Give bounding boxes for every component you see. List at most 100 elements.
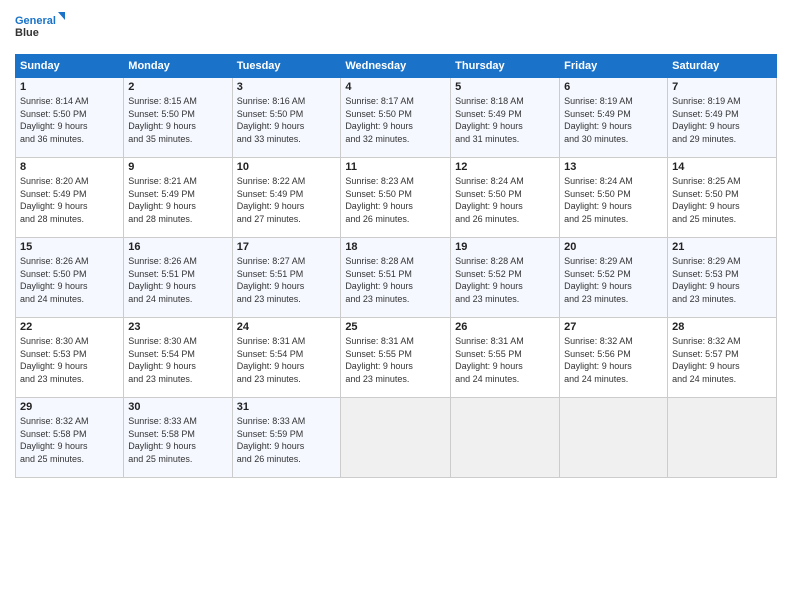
calendar-week-4: 22Sunrise: 8:30 AM Sunset: 5:53 PM Dayli… [16, 318, 777, 398]
calendar-cell: 2 Sunrise: 8:15 AM Sunset: 5:50 PM Daylig… [124, 78, 232, 158]
day-number: 1 [20, 81, 119, 93]
day-info: Sunrise: 8:33 AM Sunset: 5:59 PM Dayligh… [237, 415, 337, 465]
calendar-cell: 10Sunrise: 8:22 AM Sunset: 5:49 PM Dayli… [232, 158, 341, 238]
day-info: Sunrise: 8:24 AM Sunset: 5:50 PM Dayligh… [455, 175, 555, 225]
calendar-cell: 1 Sunrise: 8:14 AM Sunset: 5:50 PM Daylig… [16, 78, 124, 158]
calendar-cell: 11 Sunrise: 8:23 AM Sunset: 5:50 PM Dayli… [341, 158, 451, 238]
day-number: 29 [20, 401, 119, 413]
day-info: Sunrise: 8:25 AM Sunset: 5:50 PM Dayligh… [672, 175, 772, 225]
day-info: Sunrise: 8:33 AM Sunset: 5:58 PM Dayligh… [128, 415, 227, 465]
day-info: Sunrise: 8:14 AM Sunset: 5:50 PM Dayligh… [20, 95, 119, 145]
calendar-cell: 31 Sunrise: 8:33 AM Sunset: 5:59 PM Dayli… [232, 398, 341, 478]
day-info: Sunrise: 8:16 AM Sunset: 5:50 PM Dayligh… [237, 95, 337, 145]
col-header-monday: Monday [124, 55, 232, 78]
calendar-cell: 5 Sunrise: 8:18 AM Sunset: 5:49 PM Daylig… [451, 78, 560, 158]
day-info: Sunrise: 8:32 AM Sunset: 5:57 PM Dayligh… [672, 335, 772, 385]
day-info: Sunrise: 8:30 AM Sunset: 5:54 PM Dayligh… [128, 335, 227, 385]
day-info: Sunrise: 8:19 AM Sunset: 5:49 PM Dayligh… [564, 95, 663, 145]
calendar-table: SundayMondayTuesdayWednesdayThursdayFrid… [15, 54, 777, 478]
day-number: 20 [564, 241, 663, 253]
day-number: 11 [345, 161, 446, 173]
day-number: 23 [128, 321, 227, 333]
calendar-cell: 28 Sunrise: 8:32 AM Sunset: 5:57 PM Dayli… [668, 318, 777, 398]
day-number: 6 [564, 81, 663, 93]
day-number: 3 [237, 81, 337, 93]
calendar-cell: 15 Sunrise: 8:26 AM Sunset: 5:50 PM Dayli… [16, 238, 124, 318]
calendar-cell: 6 Sunrise: 8:19 AM Sunset: 5:49 PM Daylig… [560, 78, 668, 158]
day-number: 17 [237, 241, 337, 253]
page-container: General Blue SundayMondayTuesdayWednesda… [0, 0, 792, 612]
calendar-week-2: 8 Sunrise: 8:20 AM Sunset: 5:49 PM Daylig… [16, 158, 777, 238]
col-header-sunday: Sunday [16, 55, 124, 78]
day-number: 27 [564, 321, 663, 333]
day-info: Sunrise: 8:24 AM Sunset: 5:50 PM Dayligh… [564, 175, 663, 225]
calendar-cell: 12 Sunrise: 8:24 AM Sunset: 5:50 PM Dayli… [451, 158, 560, 238]
day-number: 5 [455, 81, 555, 93]
page-header: General Blue [15, 10, 777, 46]
calendar-cell: 20 Sunrise: 8:29 AM Sunset: 5:52 PM Dayli… [560, 238, 668, 318]
day-info: Sunrise: 8:26 AM Sunset: 5:51 PM Dayligh… [128, 255, 227, 305]
day-number: 31 [237, 401, 337, 413]
day-number: 8 [20, 161, 119, 173]
day-number: 14 [672, 161, 772, 173]
day-info: Sunrise: 8:18 AM Sunset: 5:49 PM Dayligh… [455, 95, 555, 145]
day-number: 28 [672, 321, 772, 333]
calendar-cell: 19 Sunrise: 8:28 AM Sunset: 5:52 PM Dayli… [451, 238, 560, 318]
calendar-cell: 9Sunrise: 8:21 AM Sunset: 5:49 PM Daylig… [124, 158, 232, 238]
day-number: 30 [128, 401, 227, 413]
day-info: Sunrise: 8:31 AM Sunset: 5:54 PM Dayligh… [237, 335, 337, 385]
day-info: Sunrise: 8:17 AM Sunset: 5:50 PM Dayligh… [345, 95, 446, 145]
calendar-cell: 16Sunrise: 8:26 AM Sunset: 5:51 PM Dayli… [124, 238, 232, 318]
calendar-header-row: SundayMondayTuesdayWednesdayThursdayFrid… [16, 55, 777, 78]
day-number: 9 [128, 161, 227, 173]
day-info: Sunrise: 8:27 AM Sunset: 5:51 PM Dayligh… [237, 255, 337, 305]
logo: General Blue [15, 10, 65, 46]
day-number: 13 [564, 161, 663, 173]
calendar-cell: 29 Sunrise: 8:32 AM Sunset: 5:58 PM Dayli… [16, 398, 124, 478]
day-info: Sunrise: 8:31 AM Sunset: 5:55 PM Dayligh… [345, 335, 446, 385]
calendar-cell: 3 Sunrise: 8:16 AM Sunset: 5:50 PM Daylig… [232, 78, 341, 158]
day-number: 18 [345, 241, 446, 253]
day-number: 2 [128, 81, 227, 93]
day-info: Sunrise: 8:26 AM Sunset: 5:50 PM Dayligh… [20, 255, 119, 305]
day-number: 12 [455, 161, 555, 173]
day-info: Sunrise: 8:29 AM Sunset: 5:52 PM Dayligh… [564, 255, 663, 305]
calendar-cell: 22Sunrise: 8:30 AM Sunset: 5:53 PM Dayli… [16, 318, 124, 398]
day-info: Sunrise: 8:22 AM Sunset: 5:49 PM Dayligh… [237, 175, 337, 225]
calendar-week-5: 29 Sunrise: 8:32 AM Sunset: 5:58 PM Dayli… [16, 398, 777, 478]
calendar-cell: 18Sunrise: 8:28 AM Sunset: 5:51 PM Dayli… [341, 238, 451, 318]
col-header-friday: Friday [560, 55, 668, 78]
calendar-cell: 13 Sunrise: 8:24 AM Sunset: 5:50 PM Dayli… [560, 158, 668, 238]
calendar-cell: 8 Sunrise: 8:20 AM Sunset: 5:49 PM Daylig… [16, 158, 124, 238]
calendar-cell [560, 398, 668, 478]
day-info: Sunrise: 8:23 AM Sunset: 5:50 PM Dayligh… [345, 175, 446, 225]
calendar-cell: 27Sunrise: 8:32 AM Sunset: 5:56 PM Dayli… [560, 318, 668, 398]
calendar-cell: 4 Sunrise: 8:17 AM Sunset: 5:50 PM Daylig… [341, 78, 451, 158]
col-header-wednesday: Wednesday [341, 55, 451, 78]
day-info: Sunrise: 8:32 AM Sunset: 5:58 PM Dayligh… [20, 415, 119, 465]
calendar-week-3: 15 Sunrise: 8:26 AM Sunset: 5:50 PM Dayli… [16, 238, 777, 318]
day-number: 4 [345, 81, 446, 93]
day-info: Sunrise: 8:15 AM Sunset: 5:50 PM Dayligh… [128, 95, 227, 145]
day-number: 15 [20, 241, 119, 253]
calendar-cell: 25 Sunrise: 8:31 AM Sunset: 5:55 PM Dayli… [341, 318, 451, 398]
calendar-cell: 7Sunrise: 8:19 AM Sunset: 5:49 PM Daylig… [668, 78, 777, 158]
calendar-cell: 24Sunrise: 8:31 AM Sunset: 5:54 PM Dayli… [232, 318, 341, 398]
col-header-saturday: Saturday [668, 55, 777, 78]
calendar-cell: 30 Sunrise: 8:33 AM Sunset: 5:58 PM Dayli… [124, 398, 232, 478]
col-header-thursday: Thursday [451, 55, 560, 78]
day-info: Sunrise: 8:20 AM Sunset: 5:49 PM Dayligh… [20, 175, 119, 225]
day-number: 19 [455, 241, 555, 253]
day-info: Sunrise: 8:29 AM Sunset: 5:53 PM Dayligh… [672, 255, 772, 305]
day-info: Sunrise: 8:30 AM Sunset: 5:53 PM Dayligh… [20, 335, 119, 385]
svg-text:Blue: Blue [15, 27, 39, 39]
day-info: Sunrise: 8:31 AM Sunset: 5:55 PM Dayligh… [455, 335, 555, 385]
calendar-cell [451, 398, 560, 478]
day-number: 21 [672, 241, 772, 253]
day-info: Sunrise: 8:28 AM Sunset: 5:52 PM Dayligh… [455, 255, 555, 305]
logo-svg: General Blue [15, 10, 65, 46]
calendar-cell: 14 Sunrise: 8:25 AM Sunset: 5:50 PM Dayli… [668, 158, 777, 238]
calendar-cell [341, 398, 451, 478]
day-number: 25 [345, 321, 446, 333]
calendar-week-1: 1 Sunrise: 8:14 AM Sunset: 5:50 PM Daylig… [16, 78, 777, 158]
